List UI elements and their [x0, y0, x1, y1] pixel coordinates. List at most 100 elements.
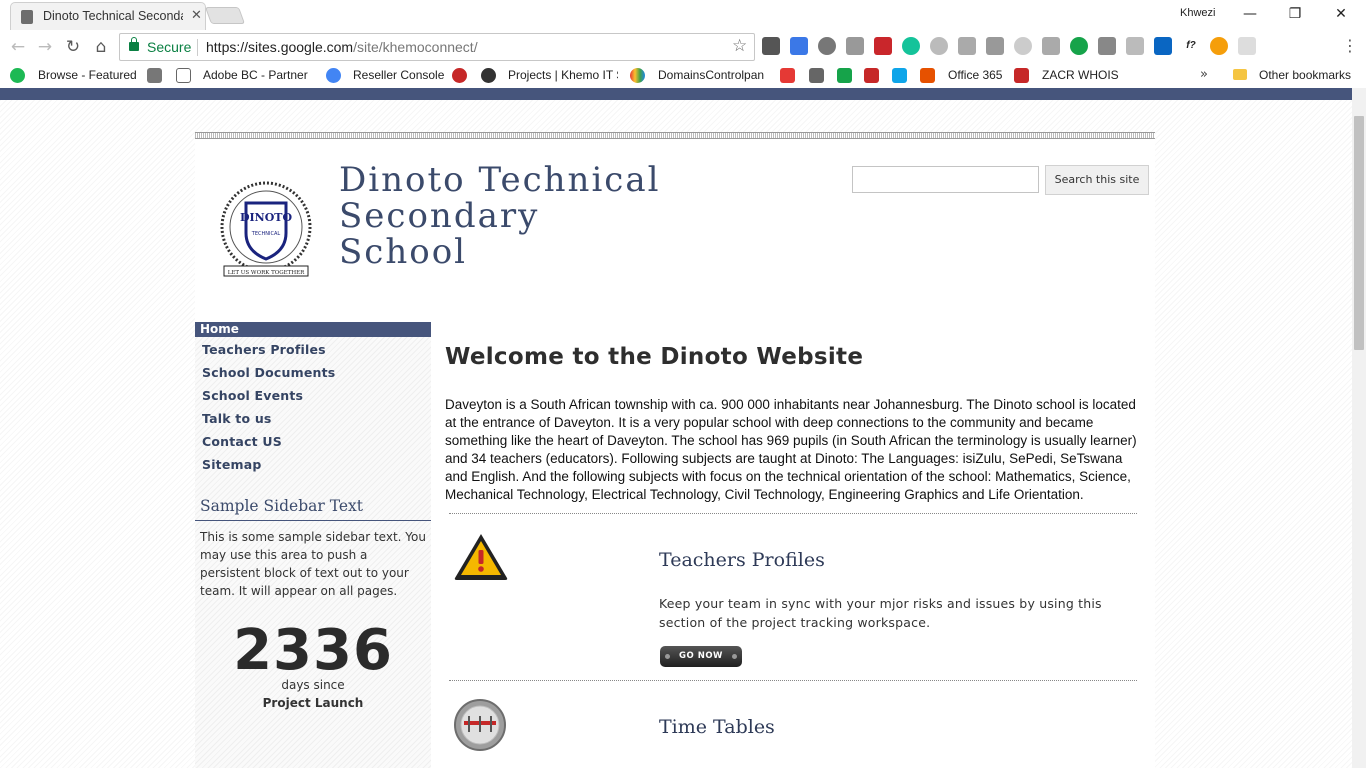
- sidebar-item-contact-us[interactable]: Contact US: [202, 434, 282, 449]
- intro-paragraph: Daveyton is a South African township wit…: [445, 397, 1137, 502]
- extension-circle-icon[interactable]: [930, 37, 948, 55]
- go-now-button[interactable]: GO NOW: [660, 646, 742, 667]
- site-top-bar: [0, 88, 1352, 100]
- site-container: DINOTO TECHNICAL LET US WORK TOGETHER Di…: [195, 132, 1155, 768]
- extension-icons: f?: [762, 37, 1256, 57]
- extension-light-icon[interactable]: [1238, 37, 1256, 55]
- bookmark-domainscontrolpanel[interactable]: DomainsControlpan: [658, 68, 768, 84]
- k-extension-icon[interactable]: [986, 37, 1004, 55]
- counter-label: Project Launch: [262, 696, 364, 710]
- sidebar-divider: [195, 520, 431, 521]
- sidebar-item-school-events[interactable]: School Events: [202, 388, 303, 403]
- section-divider: [449, 680, 1137, 681]
- scrollbar-thumb[interactable]: [1354, 116, 1364, 350]
- bookmark-icon-red: [452, 68, 467, 83]
- new-tab-button[interactable]: [204, 7, 246, 24]
- back-icon[interactable]: ←: [7, 36, 29, 58]
- lock-icon: [129, 37, 139, 51]
- browser-tab[interactable]: Dinoto Technical Secondary School ✕: [10, 2, 206, 30]
- office365-icon: [920, 68, 935, 83]
- formula-icon[interactable]: f?: [1182, 37, 1200, 55]
- address-divider: [197, 39, 198, 56]
- extension-alert-icon[interactable]: [1126, 37, 1144, 55]
- sidebar-item-talk-to-us[interactable]: Talk to us: [202, 411, 272, 426]
- bookmark-other-bookmarks[interactable]: Other bookmarks: [1259, 68, 1351, 84]
- url-host: https://sites.google.com: [206, 39, 354, 55]
- bookmark-zacr-whois[interactable]: ZACR WHOIS: [1042, 68, 1119, 84]
- minimize-icon[interactable]: —: [1235, 3, 1265, 25]
- school-logo[interactable]: DINOTO TECHNICAL LET US WORK TOGETHER: [218, 181, 315, 279]
- search-button[interactable]: Search this site: [1045, 165, 1149, 195]
- bookmark-icon-grey: [809, 68, 824, 83]
- tab-strip: Dinoto Technical Secondary School ✕ Khwe…: [0, 0, 1366, 30]
- drive-icon[interactable]: [846, 37, 864, 55]
- evernote-icon[interactable]: [762, 37, 780, 55]
- browser-toolbar: ← → ↻ ⌂ Secure https://sites.google.com/…: [0, 30, 1366, 64]
- restore-icon[interactable]: ❐: [1280, 3, 1310, 25]
- linkedin-icon[interactable]: [1154, 37, 1172, 55]
- section-title-teachers-profiles[interactable]: Teachers Profiles: [659, 549, 825, 571]
- close-window-icon[interactable]: ✕: [1326, 3, 1356, 25]
- address-bar[interactable]: Secure https://sites.google.com/site/khe…: [119, 33, 755, 61]
- url-text: https://sites.google.com/site/khemoconne…: [206, 39, 478, 55]
- more-bookmarks-icon[interactable]: »: [1200, 67, 1208, 82]
- bookmark-adobe-bc[interactable]: Adobe BC - Partner P: [203, 68, 311, 84]
- days-counter: 2336: [233, 618, 393, 683]
- warning-icon: [454, 534, 508, 580]
- sidebar-item-home[interactable]: Home: [195, 322, 431, 337]
- s-icon: [837, 68, 852, 83]
- reload-icon[interactable]: ↻: [62, 36, 84, 58]
- bookmarks-bar: Browse - Featured Adobe BC - Partner P R…: [0, 64, 1366, 88]
- folder-icon: [1233, 69, 1247, 80]
- sidebar: Home Teachers Profiles School Documents …: [195, 322, 431, 768]
- reseller-icon: [326, 68, 341, 83]
- extension-orange-icon[interactable]: [1210, 37, 1228, 55]
- bookmark-browse-featured[interactable]: Browse - Featured: [38, 68, 137, 84]
- tab-title: Dinoto Technical Secondary School: [43, 9, 183, 23]
- skype-icon[interactable]: [958, 37, 976, 55]
- extension-blue-icon[interactable]: [790, 37, 808, 55]
- secure-label: Secure: [147, 39, 192, 55]
- sidebar-item-sitemap[interactable]: Sitemap: [202, 457, 262, 472]
- page-viewport: DINOTO TECHNICAL LET US WORK TOGETHER Di…: [0, 88, 1352, 768]
- section-description: Keep your team in sync with your mjor ri…: [659, 596, 1102, 630]
- page-title: Welcome to the Dinoto Website: [445, 344, 864, 370]
- spotify-icon: [10, 68, 25, 83]
- zacr-whois-icon: [1014, 68, 1029, 83]
- profile-name[interactable]: Khwezi: [1180, 7, 1215, 19]
- sidebar-item-school-documents[interactable]: School Documents: [202, 365, 335, 380]
- adobe-icon: [780, 68, 795, 83]
- logo-motto: LET US WORK TOGETHER: [228, 270, 305, 276]
- settings-gear-icon[interactable]: [818, 37, 836, 55]
- bookmark-office-365[interactable]: Office 365: [948, 68, 1002, 84]
- bookmark-projects[interactable]: Projects | Khemo IT S: [508, 68, 618, 84]
- header-rule: [195, 132, 1155, 139]
- zacr-icon: [864, 68, 879, 83]
- close-tab-icon[interactable]: ✕: [191, 8, 202, 23]
- pdf-icon[interactable]: [874, 37, 892, 55]
- section-title-time-tables[interactable]: Time Tables: [659, 716, 775, 738]
- extension-leaf-icon[interactable]: [1042, 37, 1060, 55]
- extension-grey-icon[interactable]: [1014, 37, 1032, 55]
- extension-green-icon[interactable]: [1070, 37, 1088, 55]
- extension-puzzle-icon[interactable]: [1098, 37, 1116, 55]
- home-icon[interactable]: ⌂: [90, 36, 112, 58]
- sidebar-heading: Sample Sidebar Text: [200, 497, 363, 515]
- url-path: /site/khemoconnect/: [353, 39, 478, 55]
- logo-text-top: DINOTO: [240, 211, 293, 224]
- grammarly-icon[interactable]: [902, 37, 920, 55]
- section-divider: [449, 513, 1137, 514]
- counter-subtitle: days since: [281, 678, 345, 692]
- timetable-clock-icon: [454, 699, 506, 751]
- projects-icon: [481, 68, 496, 83]
- browser-menu-icon[interactable]: ⋮: [1342, 36, 1358, 55]
- sidebar-item-teachers-profiles[interactable]: Teachers Profiles: [202, 342, 326, 357]
- bookmark-star-icon[interactable]: ☆: [732, 36, 747, 56]
- forward-icon[interactable]: →: [34, 36, 56, 58]
- domains-icon: [630, 68, 645, 83]
- site-title[interactable]: Dinoto Technical Secondary School: [339, 162, 661, 270]
- bookmark-reseller-console[interactable]: Reseller Console: [353, 68, 444, 84]
- page-favicon-icon: [21, 10, 33, 24]
- bookmark-icon: [147, 68, 162, 83]
- search-input[interactable]: [852, 166, 1039, 193]
